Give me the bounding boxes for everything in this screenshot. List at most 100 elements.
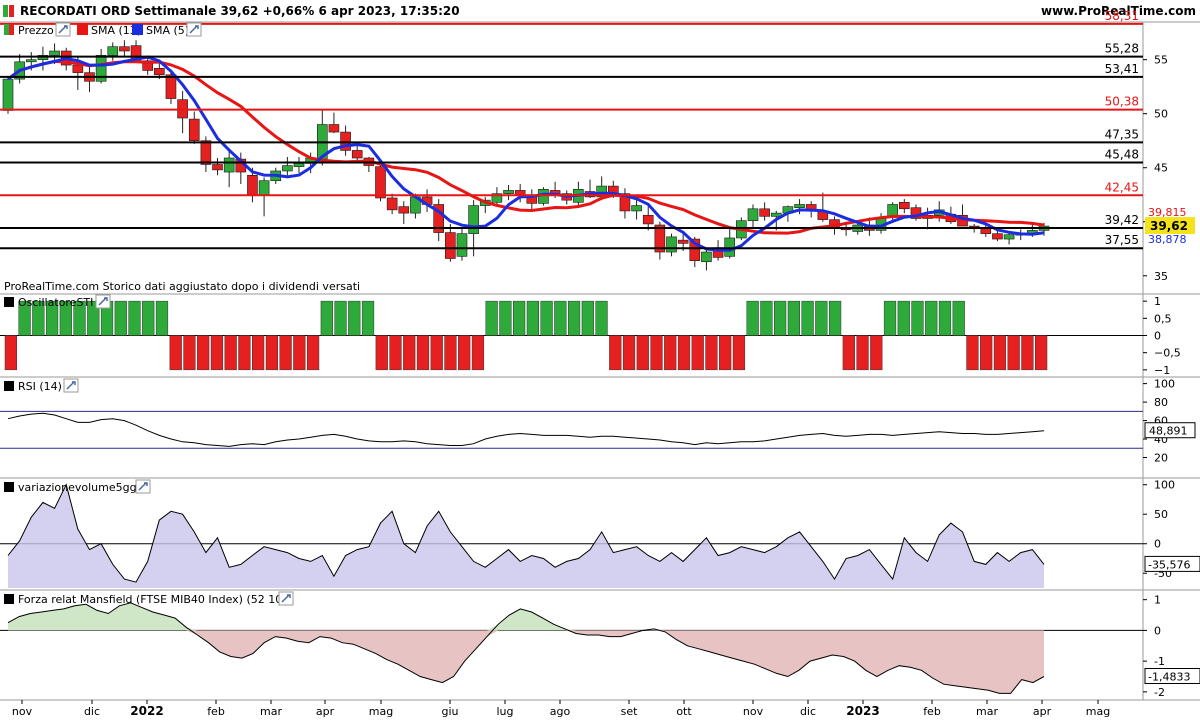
mansfield-area-negative bbox=[8, 630, 1044, 694]
wrench-icon[interactable] bbox=[95, 294, 111, 309]
sti-bar-negative bbox=[980, 335, 993, 371]
y-tick-label: 0 bbox=[1154, 624, 1161, 637]
sti-bar-positive bbox=[801, 300, 814, 336]
level-label: 45,48 bbox=[1105, 148, 1139, 162]
x-tick-label: mar bbox=[976, 705, 998, 718]
wrench-icon[interactable] bbox=[135, 479, 151, 494]
candle-down bbox=[328, 124, 340, 133]
candle-down bbox=[119, 46, 130, 52]
sti-bar-positive bbox=[499, 300, 512, 336]
x-tick-label: 2023 bbox=[846, 704, 879, 718]
sti-pane[interactable]: 1 0,5 0 −0,5 −1 OscillatoreSTI bbox=[0, 294, 1181, 377]
y-tick-label: 45 bbox=[1154, 162, 1168, 175]
x-tick-label: nov bbox=[743, 705, 764, 718]
candle-up bbox=[456, 233, 468, 257]
level-label: 50,38 bbox=[1105, 95, 1139, 109]
x-tick-label: apr bbox=[316, 705, 335, 718]
candle-up bbox=[503, 190, 514, 194]
y-tick-label: −1 bbox=[1154, 364, 1170, 377]
sti-bar-positive bbox=[760, 300, 773, 336]
x-tick-label: ago bbox=[550, 705, 571, 718]
sti-bar-negative bbox=[1007, 335, 1020, 371]
candle-down bbox=[375, 166, 386, 199]
candle-up bbox=[293, 163, 305, 167]
candle-down bbox=[165, 74, 177, 99]
last-value: -1,4833 bbox=[1148, 670, 1190, 683]
sti-bar-positive bbox=[334, 300, 347, 336]
sti-bar-negative bbox=[4, 335, 17, 371]
candle-up bbox=[107, 46, 119, 56]
sti-bar-negative bbox=[609, 335, 622, 371]
sti-bar-negative bbox=[224, 335, 237, 371]
sti-bar-positive bbox=[526, 300, 539, 336]
data-note: ProRealTime.com Storico dati aggiustato … bbox=[4, 280, 360, 293]
candle-up bbox=[631, 205, 642, 212]
sti-bar-negative bbox=[719, 335, 732, 371]
candle-down bbox=[212, 164, 223, 171]
sti-bar-negative bbox=[471, 335, 485, 371]
volume-variation-area bbox=[8, 484, 1044, 588]
sti-bar-positive bbox=[911, 300, 924, 336]
level-label: 58,31 bbox=[1105, 9, 1139, 23]
sti-bar-positive bbox=[883, 300, 897, 336]
sti-bar-negative bbox=[265, 335, 278, 371]
chart-title: RECORDATI ORD Settimanale 39,62 +0,66% 6… bbox=[20, 4, 460, 18]
sti-bar-positive bbox=[567, 300, 581, 336]
level-label: 42,45 bbox=[1105, 180, 1139, 194]
black-square-icon bbox=[4, 482, 14, 492]
rsi-pane[interactable]: 1008060402048,891 RSI (14) bbox=[0, 378, 1196, 465]
sti-bar-negative bbox=[636, 335, 649, 371]
wrench-icon[interactable] bbox=[186, 22, 202, 37]
x-tick-label: lug bbox=[496, 705, 513, 718]
legend-sma5: SMA (5) bbox=[146, 24, 189, 37]
wrench-icon[interactable] bbox=[63, 378, 79, 393]
mansfield-pane[interactable]: 1 0 -1 -2 -1,4833 Forza relat Mansfield (FTS… bbox=[0, 591, 1200, 699]
candle-up bbox=[724, 237, 736, 257]
candle-up bbox=[223, 157, 235, 173]
level-label: 47,35 bbox=[1105, 127, 1139, 141]
y-tick-label: 1 bbox=[1154, 594, 1161, 607]
blue-square-icon bbox=[132, 24, 143, 35]
sti-bar-positive bbox=[938, 300, 952, 336]
candle-down bbox=[759, 208, 770, 217]
sti-bar-negative bbox=[444, 335, 457, 371]
x-tick-label: mag bbox=[369, 705, 393, 718]
y-tick-label: 0,5 bbox=[1154, 312, 1172, 325]
sti-bar-negative bbox=[279, 335, 292, 371]
volume-variation-pane[interactable]: 100500-50-35,576 variazionevolume5gg bbox=[0, 479, 1200, 588]
sti-bar-negative bbox=[210, 335, 224, 371]
prorealtime-chart[interactable]: RECORDATI ORD Settimanale 39,62 +0,66% 6… bbox=[0, 0, 1200, 720]
sti-bar-negative bbox=[183, 335, 196, 371]
black-square-icon bbox=[4, 594, 14, 604]
wrench-icon[interactable] bbox=[55, 22, 71, 37]
wrench-icon[interactable] bbox=[278, 591, 294, 606]
sti-bar-positive bbox=[128, 300, 141, 336]
candle-down bbox=[514, 190, 526, 196]
sti-bar-positive bbox=[114, 300, 127, 336]
sti-bar-negative bbox=[664, 335, 677, 371]
y-tick-label: 0 bbox=[1154, 538, 1161, 551]
time-axis: nov dic 2022 feb mar apr mag giu lug ago set ott nov… bbox=[12, 700, 1110, 718]
legend-rsi: RSI (14) bbox=[18, 380, 62, 393]
sma5-value: 38,878 bbox=[1148, 233, 1187, 246]
level-label: 37,55 bbox=[1105, 233, 1139, 247]
candle-down bbox=[899, 202, 910, 210]
mansfield-area-positive bbox=[8, 602, 1044, 631]
y-tick-label: 0 bbox=[1154, 330, 1161, 343]
x-tick-label: mag bbox=[1086, 705, 1110, 718]
price-pane[interactable]: 58,31 55,28 53,41 50,38 47,35 45,48 42,45 39,42… bbox=[0, 9, 1195, 293]
candle-down bbox=[677, 239, 689, 244]
sti-bar-positive bbox=[774, 300, 787, 336]
sti-bar-negative bbox=[306, 335, 320, 371]
y-tick-label: -1 bbox=[1154, 655, 1165, 668]
sti-bar-negative bbox=[677, 335, 691, 371]
x-tick-label: feb bbox=[207, 705, 225, 718]
candle-up bbox=[2, 78, 14, 111]
sti-bar-negative bbox=[389, 335, 402, 371]
y-tick-label: 50 bbox=[1154, 108, 1168, 121]
y-tick-label: -2 bbox=[1154, 686, 1165, 699]
sti-bar-negative bbox=[842, 335, 855, 371]
candle-up bbox=[701, 251, 712, 263]
sti-bar-negative bbox=[622, 335, 636, 371]
sti-bar-negative bbox=[293, 335, 306, 371]
